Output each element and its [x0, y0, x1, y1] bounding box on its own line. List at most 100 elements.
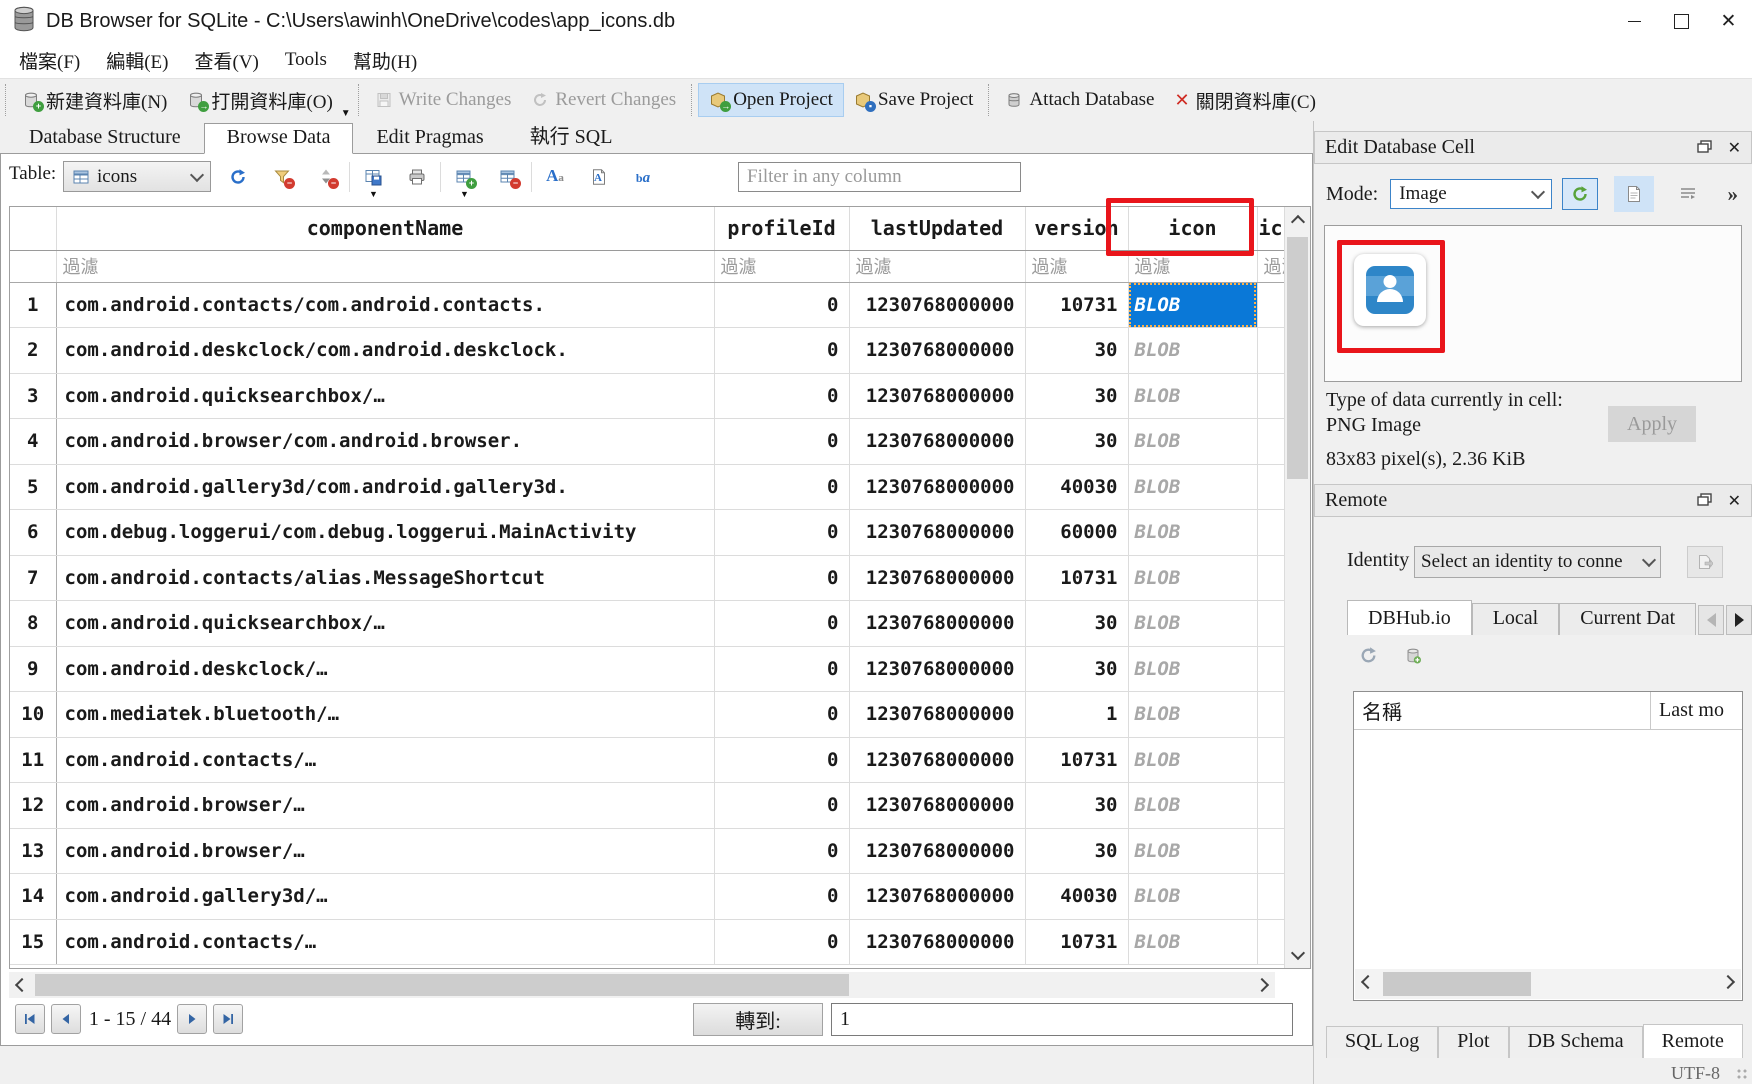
row-number[interactable]: 14 — [10, 874, 56, 920]
remote-tab-dbhub[interactable]: DBHub.io — [1347, 600, 1472, 635]
font-style-button[interactable]: Aa — [540, 162, 570, 192]
identity-select[interactable]: Select an identity to conne — [1414, 546, 1661, 578]
first-page-button[interactable] — [15, 1004, 45, 1034]
tab-edit-pragmas[interactable]: Edit Pragmas — [353, 123, 506, 154]
cell-extra[interactable] — [1257, 373, 1284, 419]
cell-extra[interactable] — [1257, 646, 1284, 692]
scroll-left-arrow[interactable] — [1355, 969, 1381, 995]
cell-lastUpdated[interactable]: 1230768000000 — [849, 419, 1025, 465]
cell-extra[interactable] — [1257, 555, 1284, 601]
tab-remote[interactable]: Remote — [1643, 1024, 1743, 1058]
cell-extra[interactable] — [1257, 783, 1284, 829]
cell-icon-blob[interactable]: BLOB — [1128, 464, 1257, 510]
cell-extra[interactable] — [1257, 828, 1284, 874]
col-header-profileId[interactable]: profileId — [714, 207, 849, 250]
cell-componentName[interactable]: com.android.deskclock/com.android.deskcl… — [56, 328, 714, 374]
cell-componentName[interactable]: com.android.browser/… — [56, 783, 714, 829]
cell-font-button[interactable]: A — [584, 162, 614, 192]
remote-tab-local[interactable]: Local — [1472, 603, 1559, 635]
cell-version[interactable]: 10731 — [1025, 737, 1128, 783]
cell-version[interactable]: 60000 — [1025, 510, 1128, 556]
auto-mode-button[interactable] — [1562, 178, 1598, 210]
cell-lastUpdated[interactable]: 1230768000000 — [849, 783, 1025, 829]
filter-componentName[interactable]: 過濾 — [56, 250, 714, 282]
row-number[interactable]: 3 — [10, 373, 56, 419]
cell-componentName[interactable]: com.android.contacts/com.android.contact… — [56, 282, 714, 328]
cell-componentName[interactable]: com.android.browser/… — [56, 828, 714, 874]
tabs-scroll-right-button[interactable] — [1726, 605, 1752, 635]
cell-icon-blob[interactable]: BLOB — [1128, 737, 1257, 783]
cell-version[interactable]: 30 — [1025, 373, 1128, 419]
cell-version[interactable]: 30 — [1025, 419, 1128, 465]
cell-componentName[interactable]: com.android.contacts/alias.MessageShortc… — [56, 555, 714, 601]
cell-lastUpdated[interactable]: 1230768000000 — [849, 828, 1025, 874]
row-number[interactable]: 5 — [10, 464, 56, 510]
prev-page-button[interactable] — [51, 1004, 81, 1034]
condensed-font-button[interactable]: ba — [628, 162, 658, 192]
cell-version[interactable]: 10731 — [1025, 919, 1128, 965]
row-number[interactable]: 8 — [10, 601, 56, 647]
resize-grip[interactable] — [1736, 1068, 1748, 1080]
cell-profileId[interactable]: 0 — [714, 919, 849, 965]
remote-col-last-modified[interactable]: Last mo — [1651, 699, 1742, 722]
col-header-componentName[interactable]: componentName — [56, 207, 714, 250]
filter-profileId[interactable]: 過濾 — [714, 250, 849, 282]
menu-help[interactable]: 幫助(H) — [340, 45, 430, 76]
scroll-right-arrow[interactable] — [1715, 969, 1741, 995]
horizontal-scroll-thumb[interactable] — [35, 974, 849, 996]
cell-version[interactable]: 10731 — [1025, 555, 1128, 601]
float-dock-icon[interactable] — [1697, 136, 1712, 159]
vertical-scrollbar[interactable] — [1284, 207, 1310, 968]
row-number[interactable]: 13 — [10, 828, 56, 874]
cell-componentName[interactable]: com.android.quicksearchbox/… — [56, 601, 714, 647]
row-number[interactable]: 4 — [10, 419, 56, 465]
cell-extra[interactable] — [1257, 874, 1284, 920]
write-changes-button[interactable]: Write Changes — [365, 83, 522, 117]
remote-list-scrollbar[interactable] — [1355, 969, 1741, 999]
cell-profileId[interactable]: 0 — [714, 419, 849, 465]
cell-extra[interactable] — [1257, 601, 1284, 647]
goto-input[interactable]: 1 — [831, 1003, 1293, 1036]
menu-file[interactable]: 檔案(F) — [6, 45, 93, 76]
tab-plot[interactable]: Plot — [1438, 1026, 1508, 1058]
goto-button[interactable]: 轉到: — [693, 1003, 823, 1036]
cell-componentName[interactable]: com.debug.loggerui/com.debug.loggerui.Ma… — [56, 510, 714, 556]
close-dock-icon[interactable]: ✕ — [1728, 138, 1741, 157]
maximize-button[interactable] — [1658, 0, 1705, 42]
cell-version[interactable]: 30 — [1025, 646, 1128, 692]
cell-extra[interactable] — [1257, 737, 1284, 783]
word-wrap-button[interactable] — [1670, 178, 1706, 210]
cell-icon-blob[interactable]: BLOB — [1128, 328, 1257, 374]
insert-record-caret[interactable]: ▼ — [460, 189, 469, 199]
remote-refresh-button[interactable] — [1359, 646, 1378, 670]
filter-version[interactable]: 過濾 — [1025, 250, 1128, 282]
apply-button[interactable]: Apply — [1608, 406, 1696, 442]
cell-extra[interactable] — [1257, 919, 1284, 965]
cell-profileId[interactable]: 0 — [714, 874, 849, 920]
global-filter-input[interactable]: Filter in any column — [738, 162, 1021, 192]
row-number[interactable]: 2 — [10, 328, 56, 374]
cell-lastUpdated[interactable]: 1230768000000 — [849, 737, 1025, 783]
print-button[interactable] — [402, 162, 432, 192]
revert-changes-button[interactable]: Revert Changes — [521, 83, 686, 117]
close-button[interactable]: ✕ — [1705, 0, 1752, 42]
horizontal-scrollbar[interactable] — [9, 972, 1275, 998]
last-page-button[interactable] — [213, 1004, 243, 1034]
corner-header[interactable] — [10, 207, 56, 250]
identity-import-button[interactable] — [1687, 546, 1723, 578]
cell-lastUpdated[interactable]: 1230768000000 — [849, 373, 1025, 419]
col-header-partial[interactable]: ic — [1257, 207, 1284, 250]
cell-extra[interactable] — [1257, 419, 1284, 465]
tabs-scroll-left-button[interactable] — [1698, 605, 1724, 635]
cell-icon-blob[interactable]: BLOB — [1128, 555, 1257, 601]
cell-lastUpdated[interactable]: 1230768000000 — [849, 646, 1025, 692]
scroll-down-arrow[interactable] — [1285, 942, 1311, 968]
row-number[interactable]: 10 — [10, 692, 56, 738]
cell-lastUpdated[interactable]: 1230768000000 — [849, 464, 1025, 510]
delete-record-button[interactable]: − — [493, 162, 523, 192]
scroll-up-arrow[interactable] — [1285, 207, 1311, 233]
tab-sql-log[interactable]: SQL Log — [1326, 1026, 1438, 1058]
tab-execute-sql[interactable]: 執行 SQL — [507, 117, 636, 154]
scroll-left-arrow[interactable] — [9, 972, 35, 998]
cell-lastUpdated[interactable]: 1230768000000 — [849, 874, 1025, 920]
